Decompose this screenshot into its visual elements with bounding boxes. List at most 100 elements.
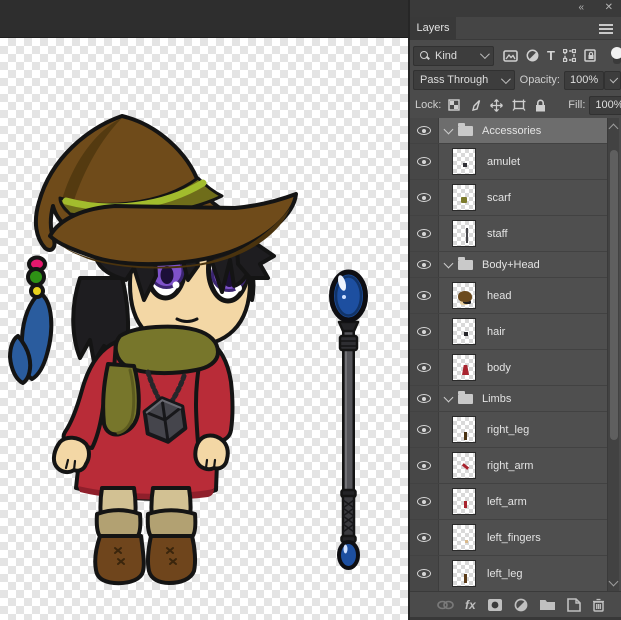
delete-layer-icon[interactable]	[592, 598, 605, 612]
scrollbar-thumb[interactable]	[610, 150, 618, 440]
visibility-toggle[interactable]	[410, 350, 439, 385]
new-group-icon[interactable]	[539, 598, 556, 611]
opacity-dropdown-button[interactable]	[604, 71, 621, 90]
chevron-down-icon[interactable]	[444, 125, 454, 135]
close-panel-icon[interactable]: ✕	[605, 2, 613, 14]
filter-row: Kind T	[410, 45, 621, 66]
layer-thumbnail[interactable]	[452, 354, 476, 381]
eye-icon	[417, 327, 431, 336]
layer-thumbnail[interactable]	[452, 524, 476, 551]
thumbnail-mark	[463, 163, 467, 167]
visibility-toggle[interactable]	[410, 556, 439, 591]
smart-objects-icon[interactable]	[584, 49, 596, 62]
layer-row-group-limbs[interactable]: Limbs	[410, 386, 608, 412]
eye-icon	[417, 126, 431, 135]
lock-move-icon[interactable]	[490, 99, 503, 112]
layer-name: left_fingers	[487, 532, 541, 544]
layer-row-amulet[interactable]: amulet	[410, 144, 608, 180]
visibility-toggle[interactable]	[410, 484, 439, 519]
type-layers-icon[interactable]: T	[547, 48, 555, 63]
visibility-toggle[interactable]	[410, 278, 439, 313]
lock-paint-icon[interactable]	[469, 99, 481, 111]
layer-row-group-body-head[interactable]: Body+Head	[410, 252, 608, 278]
layer-row-left-fingers[interactable]: left_fingers	[410, 520, 608, 556]
lock-row: Lock: Fill: 100%	[410, 95, 621, 115]
layer-list-scrollbar[interactable]	[607, 118, 619, 592]
thumbnail-mark	[465, 540, 468, 543]
fill-value[interactable]: 100%	[589, 96, 621, 115]
layer-row-group-accessories[interactable]: Accessories	[410, 118, 608, 144]
visibility-toggle[interactable]	[410, 216, 439, 251]
layer-row-staff[interactable]: staff	[410, 216, 608, 252]
collapse-panel-icon[interactable]: «	[578, 2, 583, 14]
opacity-value[interactable]: 100%	[564, 71, 604, 90]
visibility-toggle[interactable]	[410, 252, 439, 277]
shape-layers-icon[interactable]	[563, 49, 576, 62]
thumbnail-mark	[464, 501, 467, 508]
search-icon	[420, 51, 429, 60]
link-layers-icon[interactable]	[437, 600, 454, 610]
layer-row-right-leg[interactable]: right_leg	[410, 412, 608, 448]
lock-artboard-icon[interactable]	[512, 99, 526, 111]
layer-name: Body+Head	[482, 259, 540, 271]
visibility-toggle[interactable]	[410, 144, 439, 179]
layer-row-hair[interactable]: hair	[410, 314, 608, 350]
layer-row-head[interactable]: head	[410, 278, 608, 314]
blend-mode-dropdown[interactable]: Pass Through	[413, 70, 515, 90]
adjustment-layer-icon[interactable]	[514, 598, 528, 612]
scroll-up-icon[interactable]	[609, 124, 619, 134]
layers-panel: « ✕ Layers Kind T	[408, 0, 621, 620]
layer-thumbnail[interactable]	[452, 318, 476, 345]
layer-thumbnail[interactable]	[452, 282, 476, 309]
layer-thumbnail[interactable]	[452, 148, 476, 175]
eye-icon	[417, 363, 431, 372]
layer-name: body	[487, 362, 511, 374]
tab-layers[interactable]: Layers	[410, 17, 456, 40]
filter-kind-dropdown[interactable]: Kind	[413, 46, 494, 66]
layer-thumbnail[interactable]	[452, 488, 476, 515]
eye-icon	[417, 425, 431, 434]
layer-thumbnail[interactable]	[452, 452, 476, 479]
layer-row-scarf[interactable]: scarf	[410, 180, 608, 216]
scroll-down-icon[interactable]	[609, 577, 619, 587]
eye-icon	[417, 497, 431, 506]
visibility-toggle[interactable]	[410, 448, 439, 483]
visibility-toggle[interactable]	[410, 386, 439, 411]
canvas-area[interactable]	[0, 0, 408, 620]
filter-toggle[interactable]	[610, 46, 621, 66]
layer-name: right_leg	[487, 424, 529, 436]
new-layer-icon[interactable]	[567, 598, 581, 612]
layer-name: staff	[487, 228, 508, 240]
chevron-down-icon[interactable]	[444, 259, 454, 269]
layer-thumbnail[interactable]	[452, 220, 476, 247]
adjustment-layers-icon[interactable]	[526, 49, 539, 62]
layer-thumbnail[interactable]	[452, 560, 476, 587]
layer-list: Accessories amulet scarf staff Body+Head	[410, 118, 608, 592]
pixel-layers-icon[interactable]	[503, 50, 518, 62]
layer-mask-icon[interactable]	[487, 598, 503, 612]
visibility-toggle[interactable]	[410, 520, 439, 555]
folder-icon	[458, 260, 473, 270]
layer-row-left-leg[interactable]: left_leg	[410, 556, 608, 592]
visibility-toggle[interactable]	[410, 118, 439, 143]
layer-name: Accessories	[482, 125, 541, 137]
thumbnail-mark	[462, 463, 469, 470]
document-topbar	[0, 0, 408, 38]
visibility-toggle[interactable]	[410, 180, 439, 215]
visibility-toggle[interactable]	[410, 314, 439, 349]
layer-style-icon[interactable]: fx	[465, 598, 476, 612]
layer-row-left-arm[interactable]: left_arm	[410, 484, 608, 520]
visibility-toggle[interactable]	[410, 412, 439, 447]
layer-name: scarf	[487, 192, 511, 204]
layer-thumbnail[interactable]	[452, 184, 476, 211]
thumbnail-mark	[461, 197, 467, 203]
lock-transparent-icon[interactable]	[448, 99, 460, 111]
eye-icon	[417, 569, 431, 578]
opacity-value-text: 100%	[570, 74, 598, 86]
layer-row-body[interactable]: body	[410, 350, 608, 386]
chevron-down-icon[interactable]	[444, 393, 454, 403]
layer-thumbnail[interactable]	[452, 416, 476, 443]
panel-menu-icon[interactable]	[599, 24, 613, 34]
layer-row-right-arm[interactable]: right_arm	[410, 448, 608, 484]
lock-all-icon[interactable]	[535, 99, 546, 112]
